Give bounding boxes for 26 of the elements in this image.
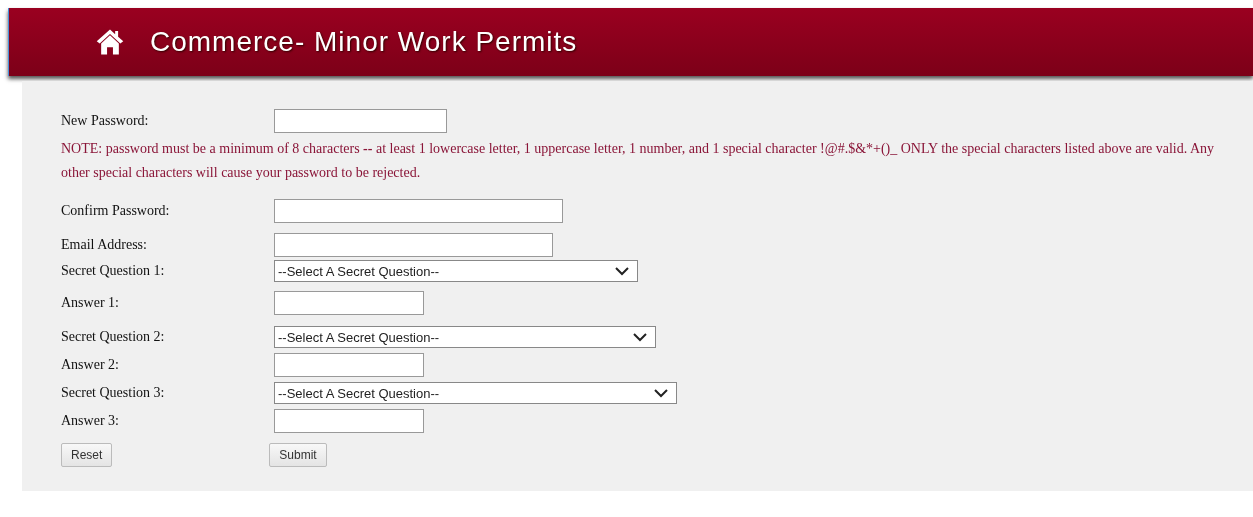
question-dropdown[interactable]: --Select A Secret Question--	[274, 260, 638, 282]
home-icon[interactable]	[95, 28, 125, 56]
field-label: Answer 2:	[61, 357, 120, 373]
field-label: Answer 3:	[61, 413, 120, 429]
page-title: Commerce- Minor Work Permits	[150, 26, 578, 58]
field-label: New Password:	[61, 113, 150, 129]
field-label: Secret Question 3:	[61, 385, 166, 401]
field-label: Email Address:	[61, 237, 148, 253]
password-note: NOTE: password must be a minimum of 8 characters -- at least 1 lowercase letter, 1 uppercase letter, 1 number, and 1 special character !@#.$&*+()_ ONLY the special characters listed above are valid. Any other special characters will cause your password to be rejected.	[61, 140, 1216, 182]
form-button[interactable]: Reset	[61, 443, 113, 467]
field-label: Secret Question 1:	[61, 263, 166, 279]
chevron-down-icon	[654, 388, 668, 398]
chevron-down-icon	[615, 266, 629, 276]
input-field[interactable]	[274, 199, 563, 223]
input-field[interactable]	[274, 109, 447, 133]
chevron-down-icon	[633, 332, 647, 342]
field-label: Confirm Password:	[61, 203, 171, 219]
field-label: Secret Question 2:	[61, 329, 166, 345]
question-dropdown[interactable]: --Select A Secret Question--	[274, 326, 656, 348]
input-field[interactable]	[274, 409, 424, 433]
question-dropdown[interactable]: --Select A Secret Question--	[274, 382, 677, 404]
input-field[interactable]	[274, 291, 424, 315]
input-field[interactable]	[274, 353, 424, 377]
input-field[interactable]	[274, 233, 553, 257]
form-button[interactable]: Submit	[269, 443, 327, 467]
field-label: Answer 1:	[61, 295, 120, 311]
